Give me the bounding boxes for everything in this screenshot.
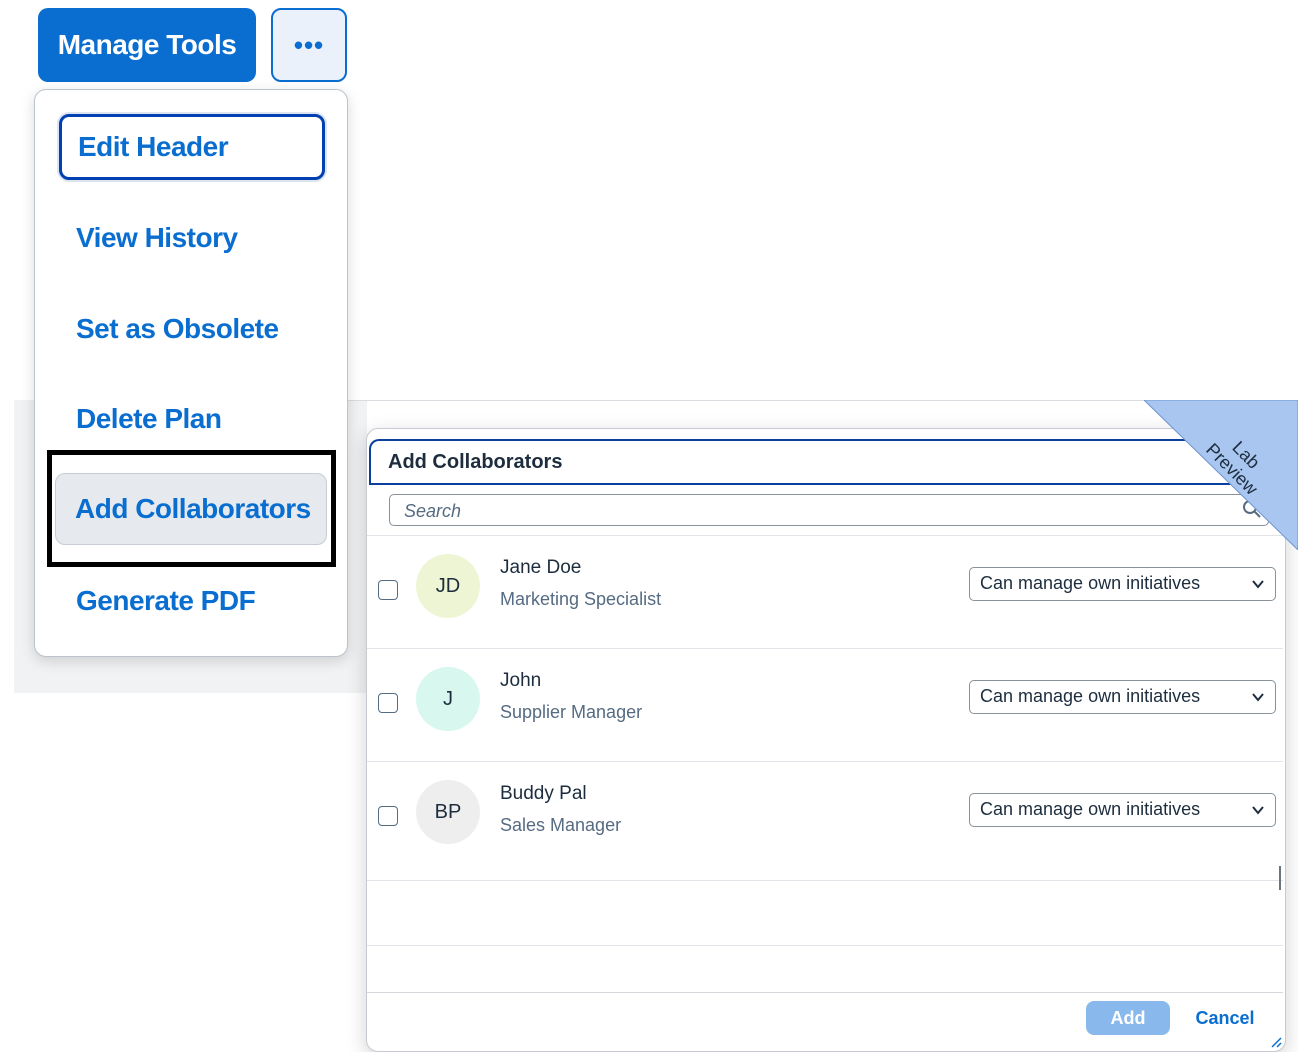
chevron-down-icon bbox=[1252, 580, 1264, 589]
avatar: J bbox=[416, 667, 480, 731]
search-input[interactable] bbox=[402, 498, 1226, 524]
select-checkbox[interactable] bbox=[378, 693, 398, 713]
collaborator-row[interactable]: BP Buddy Pal Sales Manager Can manage ow… bbox=[367, 762, 1283, 874]
chevron-down-icon bbox=[1252, 693, 1264, 702]
menu-item-delete-plan[interactable]: Delete Plan bbox=[57, 384, 327, 454]
dialog-title: Add Collaborators bbox=[388, 451, 563, 473]
footer-separator bbox=[367, 992, 1283, 993]
permission-value: Can manage own initiatives bbox=[980, 799, 1201, 819]
cancel-button[interactable]: Cancel bbox=[1185, 1001, 1265, 1035]
collaborator-row[interactable]: JD Jane Doe Marketing Specialist Can man… bbox=[367, 536, 1283, 648]
list-separator bbox=[367, 945, 1283, 946]
collaborator-name: Buddy Pal bbox=[500, 783, 587, 804]
avatar: JD bbox=[416, 554, 480, 618]
list-separator bbox=[367, 880, 1283, 881]
collaborator-role: Supplier Manager bbox=[500, 702, 643, 722]
select-checkbox[interactable] bbox=[378, 580, 398, 600]
menu-item-view-history[interactable]: View History bbox=[57, 203, 327, 273]
search-field[interactable] bbox=[389, 494, 1269, 526]
menu-item-edit-header[interactable]: Edit Header bbox=[59, 114, 325, 180]
collaborator-role: Marketing Specialist bbox=[500, 589, 662, 609]
chevron-down-icon bbox=[1252, 806, 1264, 815]
manage-tools-menu: Edit Header View History Set as Obsolete… bbox=[34, 89, 348, 657]
select-checkbox[interactable] bbox=[378, 806, 398, 826]
permission-value: Can manage own initiatives bbox=[980, 573, 1201, 593]
menu-item-set-as-obsolete[interactable]: Set as Obsolete bbox=[57, 294, 327, 364]
manage-tools-button[interactable]: Manage Tools bbox=[38, 8, 256, 82]
resize-handle-icon[interactable] bbox=[1270, 1036, 1282, 1048]
more-options-button[interactable]: ••• bbox=[271, 8, 347, 82]
permission-value: Can manage own initiatives bbox=[980, 686, 1201, 706]
scrollbar-thumb[interactable] bbox=[1279, 866, 1281, 890]
permission-select[interactable]: Can manage own initiatives bbox=[969, 793, 1276, 827]
annotation-highlight-box bbox=[47, 450, 336, 567]
collaborator-role: Sales Manager bbox=[500, 815, 622, 835]
permission-select[interactable]: Can manage own initiatives bbox=[969, 680, 1276, 714]
menu-item-generate-pdf[interactable]: Generate PDF bbox=[57, 566, 327, 636]
ellipsis-icon: ••• bbox=[293, 29, 325, 60]
collaborator-row[interactable]: J John Supplier Manager Can manage own i… bbox=[367, 649, 1283, 761]
collaborator-name: John bbox=[500, 670, 542, 691]
avatar: BP bbox=[416, 780, 480, 844]
add-button[interactable]: Add bbox=[1086, 1001, 1170, 1035]
permission-select[interactable]: Can manage own initiatives bbox=[969, 567, 1276, 601]
collaborator-name: Jane Doe bbox=[500, 557, 582, 578]
